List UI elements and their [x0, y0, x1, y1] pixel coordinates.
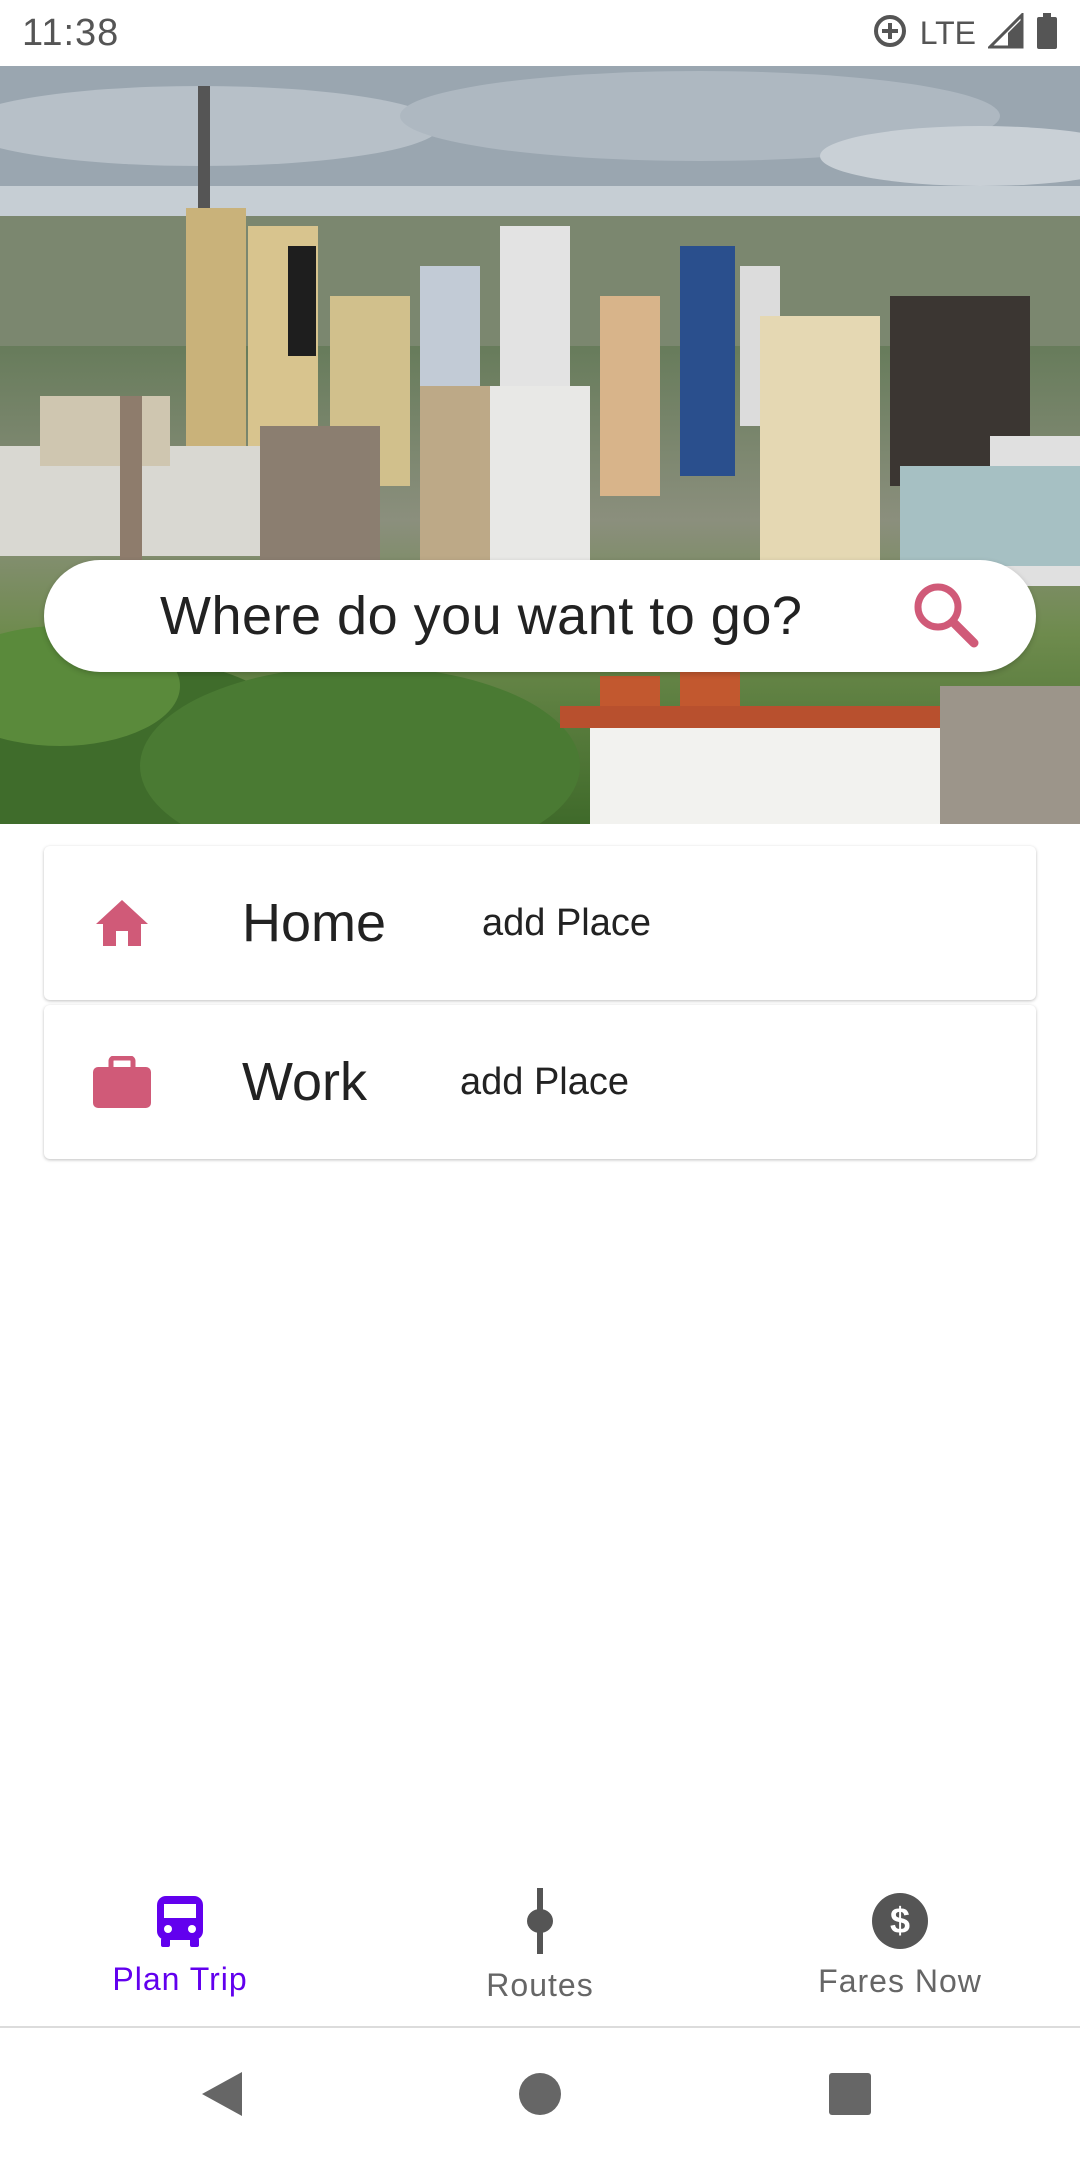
place-card-home[interactable]: Home add Place [44, 846, 1036, 1000]
add-place-home-button[interactable]: add Place [482, 902, 651, 945]
data-saver-icon [872, 13, 908, 54]
nav-item-plan-trip[interactable]: Plan Trip [0, 1866, 360, 2026]
nav-item-routes[interactable]: Routes [360, 1866, 720, 2026]
dollar-icon: $ [871, 1892, 929, 1955]
place-title-work: Work [242, 1052, 368, 1112]
place-card-work[interactable]: Work add Place [44, 1005, 1036, 1159]
nav-label-plan-trip: Plan Trip [112, 1961, 248, 1997]
search-bar[interactable]: Where do you want to go? [44, 560, 1036, 672]
search-icon[interactable] [910, 579, 980, 654]
briefcase-icon [92, 1052, 152, 1112]
bus-icon [155, 1894, 205, 1953]
place-title-home: Home [242, 893, 387, 953]
system-navigation-bar [0, 2028, 1080, 2160]
status-bar: 11:38 LTE [0, 0, 1080, 66]
back-icon[interactable] [200, 2070, 244, 2118]
svg-text:$: $ [890, 1900, 910, 1941]
nav-item-fares-now[interactable]: $ Fares Now [720, 1866, 1080, 2026]
hero-city-image [0, 66, 1080, 824]
status-time: 11:38 [22, 11, 120, 54]
recents-icon[interactable] [828, 2072, 872, 2116]
signal-icon [986, 10, 1024, 54]
home-circle-icon[interactable] [518, 2072, 562, 2116]
network-type: LTE [919, 14, 976, 51]
nav-label-routes: Routes [486, 1967, 594, 2003]
add-place-work-button[interactable]: add Place [460, 1061, 629, 1104]
battery-icon [1036, 12, 1058, 54]
status-icons: LTE [872, 10, 1058, 54]
route-icon [525, 1888, 555, 1959]
bottom-navigation: Plan Trip Routes $ Fares Now [0, 1866, 1080, 2028]
search-placeholder[interactable]: Where do you want to go? [160, 585, 802, 647]
home-icon [92, 893, 152, 953]
nav-label-fares-now: Fares Now [818, 1963, 982, 1999]
